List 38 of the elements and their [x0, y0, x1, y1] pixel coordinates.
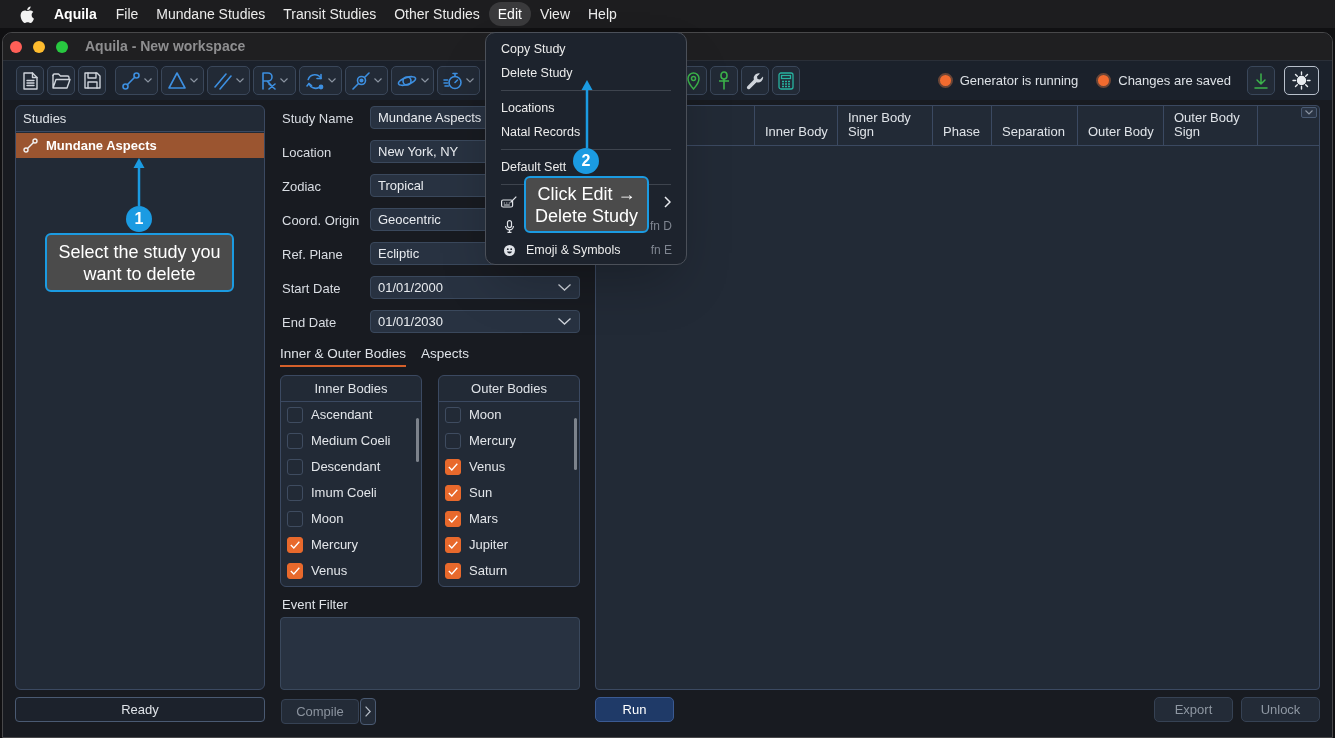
app-name: Aquila [54, 4, 97, 24]
checkbox-label: Sun [469, 484, 493, 503]
checkbox-label: Mercury [469, 432, 516, 451]
section-label: Event Filter [282, 598, 348, 612]
list-title: Inner Bodies [314, 379, 388, 398]
checkbox-label: Venus [311, 562, 348, 581]
field-label: Study Name [282, 110, 354, 126]
checkbox-label: Mars [469, 510, 498, 529]
checkbox-label: Medium Coeli [311, 432, 391, 451]
checkbox-label: Venus [469, 458, 506, 477]
column-header: Separation [1002, 125, 1065, 139]
status-text: Generator is running [959, 71, 1079, 90]
status-bar: Ready [15, 697, 265, 722]
checkbox-label: Mercury [311, 536, 358, 555]
window-title: Aquila - New workspace [85, 37, 246, 56]
checkbox-label: Jupiter [469, 536, 509, 555]
checkbox-label: Moon [469, 406, 502, 425]
field-label: End Date [282, 314, 337, 330]
column-header: Inner Body [765, 125, 828, 139]
checkbox-label: Saturn [469, 562, 508, 581]
column-header: Inner Body Sign [848, 111, 912, 139]
list-title: Outer Bodies [471, 379, 547, 398]
column-header: Outer Body [1088, 125, 1154, 139]
field-label: Location [282, 144, 332, 160]
field-label: Start Date [282, 280, 341, 296]
checkbox-label: Descendant [311, 458, 381, 477]
instruction-tooltip: Select the study you want to delete [45, 233, 234, 292]
checkbox-label: Moon [311, 510, 344, 529]
checkbox-label: Ascendant [311, 406, 373, 425]
field-label: Coord. Origin [282, 212, 360, 228]
instruction-tooltip: Click Edit → Delete Study [524, 176, 649, 233]
status-text: Changes are saved [1118, 71, 1231, 90]
field-label: Zodiac [282, 178, 322, 194]
checkbox-label: Imum Coeli [311, 484, 377, 503]
column-header: Phase [943, 125, 980, 139]
panel-title: Studies [23, 109, 67, 128]
field-label: Ref. Plane [282, 246, 343, 262]
column-header: Outer Body Sign [1174, 111, 1241, 139]
